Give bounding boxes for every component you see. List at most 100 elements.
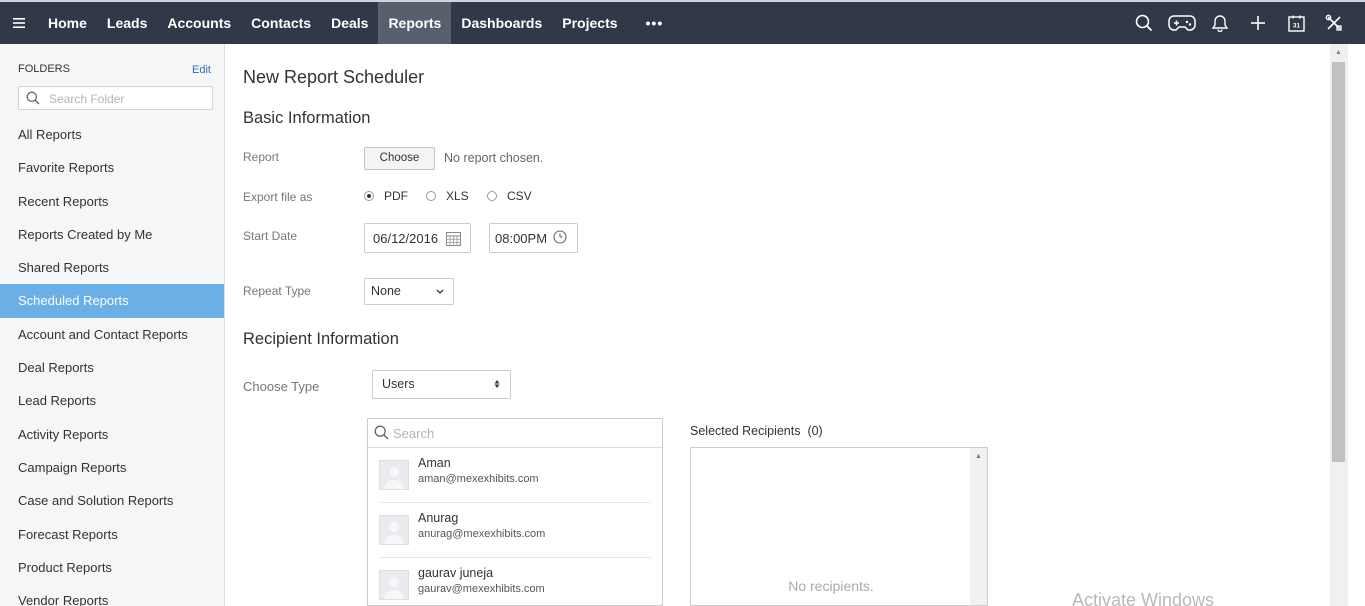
radio-dot [426,191,436,201]
user-email: anurag@mexexhibits.com [418,528,546,540]
recipient-info-heading: Recipient Information [243,330,399,348]
bell-icon[interactable] [1201,2,1239,44]
start-time-field[interactable]: 08:00PM [489,223,578,253]
report-label: Report [243,150,280,164]
scroll-up-icon[interactable]: ▲ [1335,49,1342,56]
export-xls-radio[interactable]: XLS [426,189,469,203]
start-date-value: 06/12/2016 [373,230,439,246]
selected-recipients-count: (0) [807,424,823,438]
nav-projects[interactable]: Projects [552,2,627,44]
export-csv-radio[interactable]: CSV [487,189,532,203]
top-navbar: Home Leads Accounts Contacts Deals Repor… [0,0,1365,44]
folder-scheduled-reports[interactable]: Scheduled Reports [0,284,224,318]
report-scheduler-form: New Report Scheduler Basic Information R… [225,44,1330,606]
nav-home[interactable]: Home [38,2,97,44]
page-scrollbar[interactable]: ▲ [1330,44,1348,606]
folder-activity-reports[interactable]: Activity Reports [0,418,224,451]
more-nav-button[interactable]: ••• [628,2,682,44]
nav-leads[interactable]: Leads [97,2,157,44]
avatar [379,515,409,545]
selected-recipients-box: No recipients. ▲ [690,447,988,606]
chevron-down-icon [436,279,444,314]
recipient-search-box [368,419,662,448]
avatar [379,460,409,490]
radio-dot [487,191,497,201]
radio-label: XLS [446,189,469,203]
scrollbar-thumb[interactable] [1332,62,1345,462]
radio-dot [364,191,374,201]
folders-title: FOLDERS [18,63,70,75]
nav-reports[interactable]: Reports [378,2,452,44]
top-icon-bar: 31 [1125,2,1353,44]
search-icon[interactable] [1125,2,1163,44]
selected-recipients-scrollbar[interactable]: ▲ [970,448,987,605]
plus-icon[interactable] [1239,2,1277,44]
export-label: Export file as [243,190,313,204]
folder-deal-reports[interactable]: Deal Reports [0,351,224,384]
folder-account-contact-reports[interactable]: Account and Contact Reports [0,318,224,351]
folder-reports-created-by-me[interactable]: Reports Created by Me [0,218,224,251]
page-title: New Report Scheduler [243,67,425,87]
folders-sidebar: FOLDERS Edit All Reports Favorite Report… [0,44,225,606]
selected-recipients-title: Selected Recipients (0) [690,424,823,438]
user-name: Aman [418,456,451,470]
folder-case-solution-reports[interactable]: Case and Solution Reports [0,484,224,517]
sort-arrows-icon [494,371,500,409]
folder-campaign-reports[interactable]: Campaign Reports [0,451,224,484]
repeat-type-value: None [371,284,401,298]
folder-shared-reports[interactable]: Shared Reports [0,251,224,284]
repeat-type-select[interactable]: None [364,278,454,305]
calendar-icon[interactable] [446,231,461,249]
folder-recent-reports[interactable]: Recent Reports [0,185,224,218]
tools-icon[interactable] [1315,2,1353,44]
hamburger-icon[interactable] [0,2,38,44]
start-date-field[interactable]: 06/12/2016 [364,223,471,253]
folder-all-reports[interactable]: All Reports [0,118,224,151]
folder-search-input[interactable] [49,90,207,107]
user-picker: Aman aman@mexexhibits.com Anurag anurag@… [367,418,663,606]
user-list-item[interactable]: Aman aman@mexexhibits.com [379,448,651,503]
choose-report-button[interactable]: Choose [364,147,435,170]
folder-lead-reports[interactable]: Lead Reports [0,384,224,417]
svg-text:31: 31 [1292,22,1300,29]
folder-forecast-reports[interactable]: Forecast Reports [0,518,224,551]
no-report-text: No report chosen. [444,151,544,165]
search-icon [26,91,40,110]
user-name: gaurav juneja [418,566,494,580]
folder-product-reports[interactable]: Product Reports [0,551,224,584]
start-date-label: Start Date [243,229,298,243]
activate-windows-watermark: Activate Windows [1072,590,1215,606]
clock-icon[interactable] [553,230,567,247]
start-time-value: 08:00PM [495,230,548,246]
user-list-item[interactable]: Anurag anurag@mexexhibits.com [379,503,651,558]
user-name: Anurag [418,511,459,525]
selected-recipients-label: Selected Recipients [690,424,801,438]
scroll-up-icon[interactable]: ▲ [975,453,982,460]
radio-label: PDF [384,189,408,203]
folder-list: All Reports Favorite Reports Recent Repo… [0,118,224,606]
nav-contacts[interactable]: Contacts [241,2,321,44]
recipient-search-input[interactable] [393,424,653,442]
avatar [379,570,409,600]
basic-info-heading: Basic Information [243,109,371,127]
edit-folders-link[interactable]: Edit [192,64,211,76]
nav-deals[interactable]: Deals [321,2,378,44]
gamepad-icon[interactable] [1163,2,1201,44]
main-nav: Home Leads Accounts Contacts Deals Repor… [38,2,681,44]
no-recipients-text: No recipients. [788,578,874,594]
user-email: aman@mexexhibits.com [418,473,539,485]
nav-dashboards[interactable]: Dashboards [451,2,552,44]
calendar-icon[interactable]: 31 [1277,2,1315,44]
user-email: gaurav@mexexhibits.com [418,583,545,595]
repeat-type-label: Repeat Type [243,284,311,298]
choose-type-select[interactable]: Users [372,370,511,399]
choose-type-label: Choose Type [243,379,320,394]
folder-favorite-reports[interactable]: Favorite Reports [0,151,224,184]
nav-accounts[interactable]: Accounts [157,2,241,44]
folder-vendor-reports[interactable]: Vendor Reports [0,584,224,606]
export-pdf-radio[interactable]: PDF [364,189,408,203]
user-list-item[interactable]: gaurav juneja gaurav@mexexhibits.com [379,558,651,606]
radio-label: CSV [507,189,532,203]
search-icon [374,425,389,445]
choose-type-value: Users [382,377,415,391]
